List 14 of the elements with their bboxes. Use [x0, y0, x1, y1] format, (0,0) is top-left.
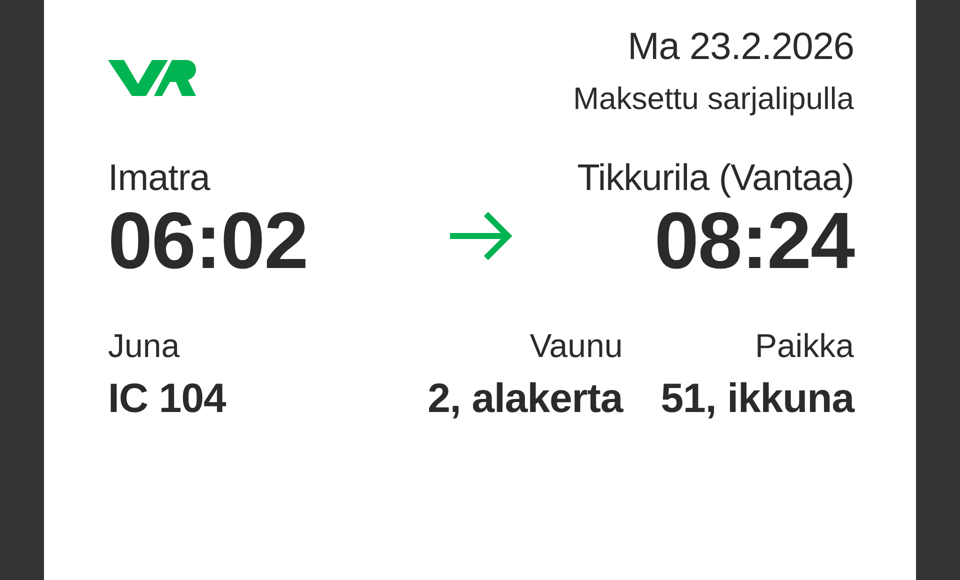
departure-time: 06:02	[108, 199, 308, 283]
detail-value: 51, ikkuna	[660, 375, 854, 422]
detail-label: Juna	[108, 327, 181, 365]
detail-value: IC 104	[108, 375, 228, 422]
detail-label: Vaunu	[528, 327, 623, 365]
logo-icon	[108, 58, 198, 98]
payment-info: Maksettu sarjalipulla	[573, 81, 854, 117]
detail-value: 2, alakerta	[428, 375, 623, 422]
arrow-icon	[448, 211, 514, 261]
departure-station: Imatra	[108, 157, 210, 199]
detail-label: Paikka	[754, 327, 854, 365]
arrival-station: Tikkurila (Vantaa)	[577, 157, 854, 199]
arrival-time: 08:24	[654, 199, 854, 283]
travel-date: Ma 23.2.2026	[628, 26, 854, 69]
